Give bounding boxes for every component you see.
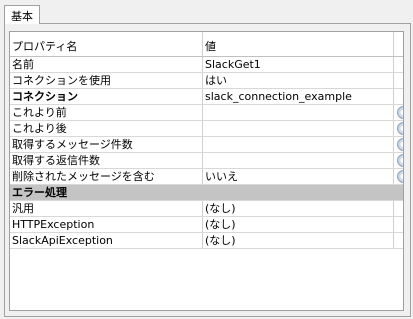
- property-name: 取得する返信件数: [10, 153, 203, 168]
- table-row[interactable]: 取得する返信件数: [10, 153, 403, 169]
- section-header-error-handling: エラー処理: [10, 185, 403, 201]
- property-name: コネクション: [10, 89, 203, 104]
- section-label: エラー処理: [12, 186, 67, 199]
- ellipsis-circle-icon[interactable]: [397, 106, 403, 119]
- table-row[interactable]: 削除されたメッセージを含む いいえ: [10, 169, 403, 185]
- property-value[interactable]: いいえ: [203, 169, 394, 184]
- table-row[interactable]: コネクション slack_connection_example: [10, 89, 403, 105]
- property-value[interactable]: [203, 153, 394, 168]
- table-row[interactable]: 名前 SlackGet1: [10, 57, 403, 73]
- property-name: 削除されたメッセージを含む: [10, 169, 203, 184]
- property-value[interactable]: (なし): [203, 217, 394, 232]
- property-value[interactable]: [203, 121, 394, 136]
- property-name: これより後: [10, 121, 203, 136]
- table-row[interactable]: これより後: [10, 121, 403, 137]
- property-value[interactable]: slack_connection_example: [203, 89, 394, 104]
- property-grid: プロパティ名 値 名前 SlackGet1 コネクションを使用 はい コネクショ…: [9, 31, 404, 311]
- property-name: SlackApiException: [10, 233, 203, 248]
- property-value[interactable]: [203, 105, 394, 120]
- property-name: 名前: [10, 57, 203, 72]
- property-value[interactable]: SlackGet1: [203, 57, 394, 72]
- table-row[interactable]: HTTPException (なし): [10, 217, 403, 233]
- header-property-name: プロパティ名: [10, 32, 203, 56]
- property-value[interactable]: (なし): [203, 233, 394, 248]
- properties-panel: プロパティ名 値 名前 SlackGet1 コネクションを使用 はい コネクショ…: [4, 23, 411, 317]
- property-name: コネクションを使用: [10, 73, 203, 88]
- property-name: 汎用: [10, 201, 203, 216]
- ellipsis-circle-icon[interactable]: [397, 154, 403, 167]
- table-row[interactable]: 取得するメッセージ件数: [10, 137, 403, 153]
- property-value[interactable]: [203, 137, 394, 152]
- tab-basic[interactable]: 基本: [4, 5, 40, 24]
- property-name: 取得するメッセージ件数: [10, 137, 203, 152]
- table-row[interactable]: コネクションを使用 はい: [10, 73, 403, 89]
- header-value: 値: [203, 32, 394, 56]
- property-name: HTTPException: [10, 217, 203, 232]
- property-name: これより前: [10, 105, 203, 120]
- table-row[interactable]: SlackApiException (なし): [10, 233, 403, 249]
- ellipsis-circle-icon[interactable]: [397, 138, 403, 151]
- ellipsis-circle-icon[interactable]: [397, 170, 403, 183]
- table-row[interactable]: これより前: [10, 105, 403, 121]
- property-value[interactable]: はい: [203, 73, 394, 88]
- property-value[interactable]: (なし): [203, 201, 394, 216]
- ellipsis-circle-icon[interactable]: [397, 122, 403, 135]
- grid-header: プロパティ名 値: [10, 32, 403, 57]
- table-row[interactable]: 汎用 (なし): [10, 201, 403, 217]
